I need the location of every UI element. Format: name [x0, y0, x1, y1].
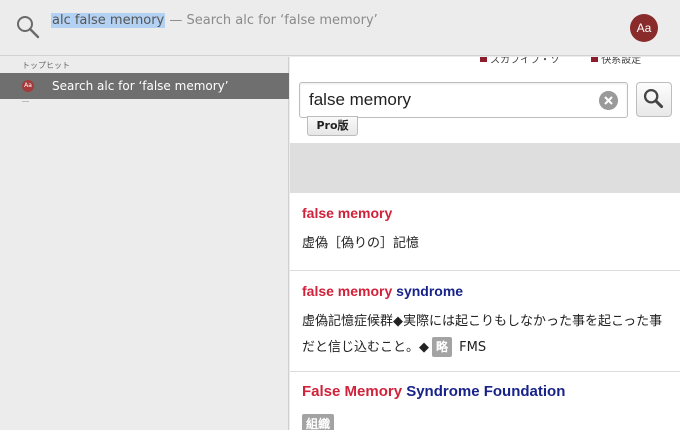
- abbreviation-value: FMS: [459, 340, 487, 355]
- category-tag: 組織: [302, 414, 335, 430]
- pro-version-button[interactable]: Pro版: [307, 116, 358, 136]
- spotlight-search-input[interactable]: alc false memory — Search alc for ‘false…: [51, 12, 378, 30]
- ad-banner-area: [290, 143, 680, 193]
- result-entry: False Memory Syndrome Foundation 組織: [290, 372, 680, 430]
- search-button[interactable]: [636, 82, 672, 117]
- top-links: スカフイフ・ソ 快系設定: [480, 57, 669, 66]
- search-icon: [643, 88, 664, 109]
- results-list: トップヒット Aa Search alc for ‘false memory’: [0, 57, 289, 430]
- dictionary-icon: Aa: [22, 80, 34, 92]
- result-entry: false memory 虚偽［偽りの］記憶: [290, 193, 680, 271]
- link-bullet-icon: [480, 57, 487, 62]
- result-label: Search alc for ‘false memory’: [52, 79, 229, 93]
- section-header-top-hit: トップヒット: [22, 61, 70, 70]
- result-row-search-alc[interactable]: Aa Search alc for ‘false memory’: [0, 73, 289, 99]
- web-preview-pane: スカフイフ・ソ 快系設定 false memory Pro版 false mem…: [290, 57, 680, 430]
- entry-definition: 虚偽記憶症候群◆実際には起こりもしなかった事を起こった事だと信じ込むこと。◆ 略 …: [302, 309, 668, 361]
- top-link-2[interactable]: 快系設定: [601, 57, 641, 66]
- entry-headword[interactable]: false memory syndrome: [302, 283, 463, 299]
- query-text: alc false memory: [51, 13, 166, 28]
- spotlight-search-bar: alc false memory — Search alc for ‘false…: [0, 0, 680, 56]
- query-completion-hint: — Search alc for ‘false memory’: [165, 13, 378, 28]
- dictionary-search-value: false memory: [309, 90, 412, 109]
- list-divider: [22, 101, 29, 102]
- entry-headword[interactable]: False Memory Syndrome Foundation: [302, 383, 565, 400]
- search-icon: [17, 16, 40, 39]
- dictionary-app-icon: Aa: [630, 14, 658, 42]
- abbreviation-tag: 略: [432, 337, 453, 357]
- result-entry: false memory syndrome 虚偽記憶症候群◆実際には起こりもしな…: [290, 271, 680, 372]
- clear-icon[interactable]: [599, 91, 618, 110]
- dictionary-search-field[interactable]: false memory: [299, 82, 628, 118]
- top-link-1[interactable]: スカフイフ・ソ: [490, 57, 560, 66]
- entry-definition: 虚偽［偽りの］記憶: [302, 236, 420, 251]
- entry-headword[interactable]: false memory: [302, 205, 392, 221]
- link-bullet-icon: [591, 57, 599, 62]
